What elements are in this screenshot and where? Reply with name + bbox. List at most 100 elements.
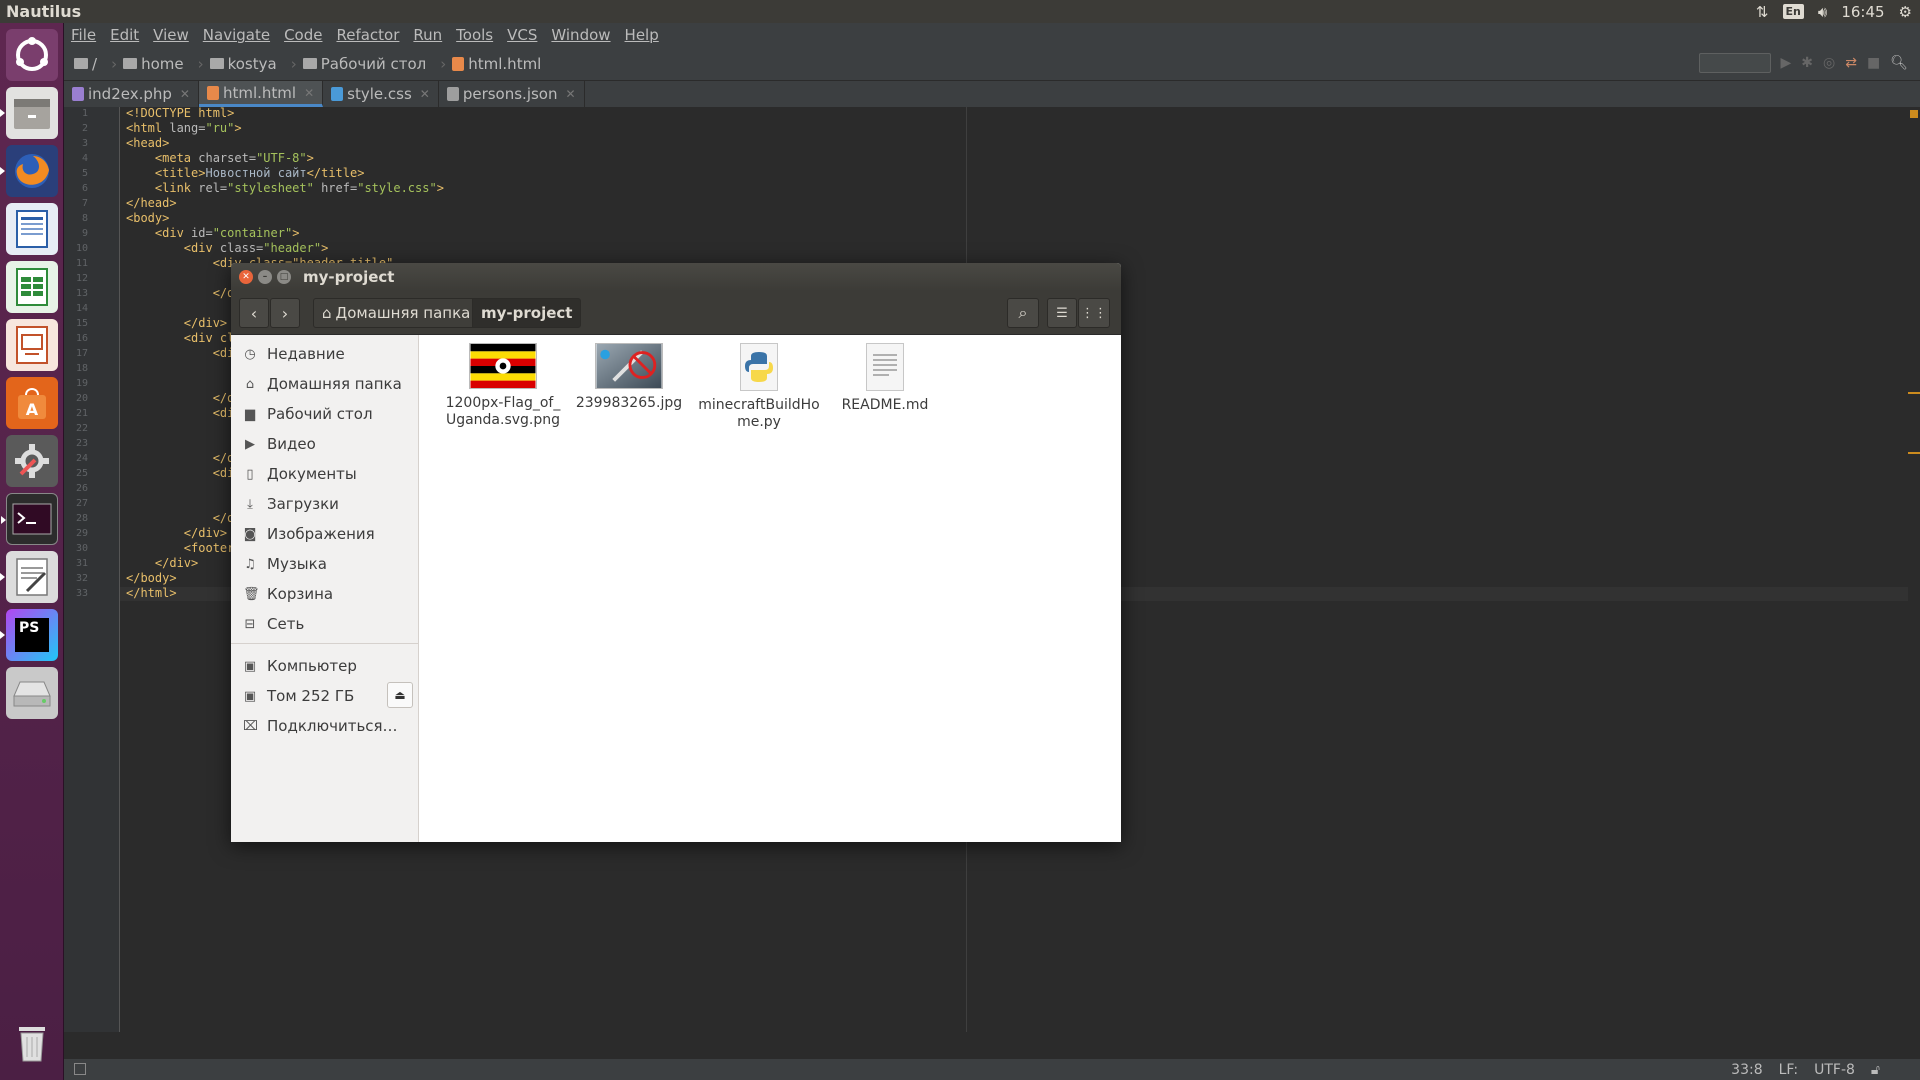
debug-icon[interactable]: ✱ (1801, 55, 1813, 71)
ubuntu-dash-icon[interactable] (6, 29, 58, 81)
firefox-icon[interactable] (0, 145, 58, 197)
close-icon[interactable]: ✕ (180, 87, 190, 101)
writer-icon[interactable] (6, 203, 58, 255)
warning-marker[interactable] (1910, 110, 1918, 118)
menu-window[interactable]: Window (551, 26, 610, 44)
caret-position[interactable]: 33:8 (1731, 1062, 1762, 1078)
settings-icon[interactable] (6, 435, 58, 487)
minimize-window-button[interactable]: – (258, 270, 272, 284)
trash-icon: 🗑︎ (243, 586, 260, 602)
network-icon[interactable]: ⇅ (1756, 3, 1769, 21)
breadcrumb-home[interactable]: home (123, 55, 192, 73)
sidebar-item-home[interactable]: ⌂ Домашняя папка (231, 371, 419, 397)
breadcrumb-root[interactable]: / (74, 55, 105, 73)
path-button-current[interactable]: my-project (472, 298, 582, 328)
tab-style-css[interactable]: style.css ✕ (323, 81, 439, 107)
sidebar-item-downloads[interactable]: ⤓ Загрузки (231, 491, 419, 517)
code-token: <head> (126, 136, 170, 150)
phpstorm-icon[interactable]: PS (0, 609, 58, 661)
menu-navigate[interactable]: Navigate (203, 26, 270, 44)
sidebar-item-computer[interactable]: ▣ Компьютер (231, 653, 419, 679)
sidebar-item-pictures[interactable]: ◙ Изображения (231, 521, 419, 547)
sidebar-divider (231, 643, 419, 644)
close-icon[interactable]: ✕ (304, 86, 314, 100)
file-item[interactable]: README.md (820, 343, 950, 414)
calc-icon[interactable] (6, 261, 58, 313)
maximize-window-button[interactable]: □ (277, 270, 291, 284)
path-button-home[interactable]: ⌂ Домашняя папка (313, 298, 480, 328)
line-separator[interactable]: LF: (1779, 1062, 1798, 1078)
lock-icon[interactable]: 🔓︎ (1871, 1062, 1880, 1078)
sidebar-item-documents[interactable]: ▯ Документы (231, 461, 419, 487)
folder-icon (123, 58, 138, 69)
close-window-button[interactable]: ✕ (239, 270, 253, 284)
sidebar-item-connect-server[interactable]: ⌧ Подключиться… (231, 713, 419, 739)
volume-icon[interactable]: 🔊︎ (1818, 3, 1827, 21)
trash-icon[interactable] (6, 1017, 58, 1069)
files-icon[interactable] (0, 87, 58, 139)
list-view-button[interactable]: ☰ (1047, 298, 1077, 328)
menu-refactor[interactable]: Refactor (336, 26, 399, 44)
menu-edit[interactable]: Edit (110, 26, 139, 44)
breadcrumb-file[interactable]: html.html (452, 55, 549, 73)
line-number: 11 (75, 258, 88, 269)
menu-help[interactable]: Help (625, 26, 659, 44)
attach-icon[interactable]: ⇄ (1845, 55, 1857, 71)
sidebar-item-desktop[interactable]: ▆ Рабочий стол (231, 401, 419, 427)
search-everywhere-icon[interactable]: 🔍︎ (1890, 55, 1908, 71)
code-token: <footer (126, 541, 235, 555)
keyboard-layout-indicator[interactable]: En (1782, 4, 1804, 19)
grid-view-button[interactable]: ⋮⋮ (1078, 298, 1110, 328)
software-center-icon[interactable]: A (6, 377, 58, 429)
code-line: </body> (126, 571, 177, 585)
tool-windows-icon[interactable] (74, 1063, 86, 1075)
menu-tools[interactable]: Tools (456, 26, 493, 44)
file-view[interactable]: 1200px-Flag_of_ Uganda.svg.png 239983265.… (420, 335, 1121, 842)
file-item[interactable]: 1200px-Flag_of_ Uganda.svg.png (438, 343, 568, 429)
warning-marker[interactable] (1908, 392, 1920, 394)
css-file-icon (331, 87, 344, 101)
menu-run[interactable]: Run (413, 26, 442, 44)
menu-file[interactable]: File (71, 26, 96, 44)
tab-ind2ex-php[interactable]: ind2ex.php ✕ (64, 81, 199, 107)
close-icon[interactable]: ✕ (566, 87, 576, 101)
code-token: class= (212, 241, 264, 255)
sidebar-item-volume[interactable]: ▣ Том 252 ГБ (231, 683, 381, 709)
close-icon[interactable]: ✕ (420, 87, 430, 101)
sidebar-item-trash[interactable]: 🗑︎ Корзина (231, 581, 419, 607)
stop-icon[interactable]: ■ (1867, 55, 1880, 71)
line-number: 18 (75, 363, 88, 374)
svg-text:A: A (26, 400, 39, 419)
sidebar-item-network[interactable]: ⊟ Сеть (231, 611, 419, 637)
file-item[interactable]: minecraftBuildHo me.py (694, 343, 824, 431)
tab-html-html[interactable]: html.html ✕ (198, 81, 324, 107)
menu-view[interactable]: View (153, 26, 189, 44)
sidebar-item-videos[interactable]: ▶ Видео (231, 431, 419, 457)
file-encoding[interactable]: UTF-8 (1814, 1062, 1855, 1078)
warning-marker[interactable] (1908, 452, 1920, 454)
menu-code[interactable]: Code (284, 26, 322, 44)
eject-button[interactable]: ⏏ (387, 682, 413, 708)
menu-vcs[interactable]: VCS (507, 26, 537, 44)
file-item[interactable]: 239983265.jpg (564, 343, 694, 412)
line-number: 3 (81, 138, 88, 149)
sidebar-item-recent[interactable]: ◷ Недавние (231, 341, 419, 367)
coverage-icon[interactable]: ◎ (1823, 55, 1835, 71)
gear-icon[interactable]: ⚙ (1899, 3, 1912, 21)
run-configuration-select[interactable] (1698, 53, 1771, 73)
sidebar-item-music[interactable]: ♫ Музыка (231, 551, 419, 577)
terminal-icon[interactable] (1, 493, 58, 545)
breadcrumb-desktop[interactable]: Рабочий стол (302, 55, 435, 73)
forward-button[interactable]: › (270, 298, 300, 328)
back-button[interactable]: ‹ (239, 298, 269, 328)
tab-persons-json[interactable]: persons.json ✕ (439, 81, 585, 107)
breadcrumb-kostya[interactable]: kostya (209, 55, 285, 73)
text-editor-icon[interactable] (0, 551, 58, 603)
clock[interactable]: 16:45 (1841, 3, 1884, 21)
window-titlebar[interactable]: ✕ – □ my-project (231, 263, 1121, 291)
drive-icon[interactable] (6, 667, 58, 719)
impress-icon[interactable] (6, 319, 58, 371)
search-button[interactable]: ⌕ (1007, 298, 1039, 328)
code-token: href= (313, 181, 358, 195)
run-icon[interactable]: ▶ (1781, 55, 1792, 71)
